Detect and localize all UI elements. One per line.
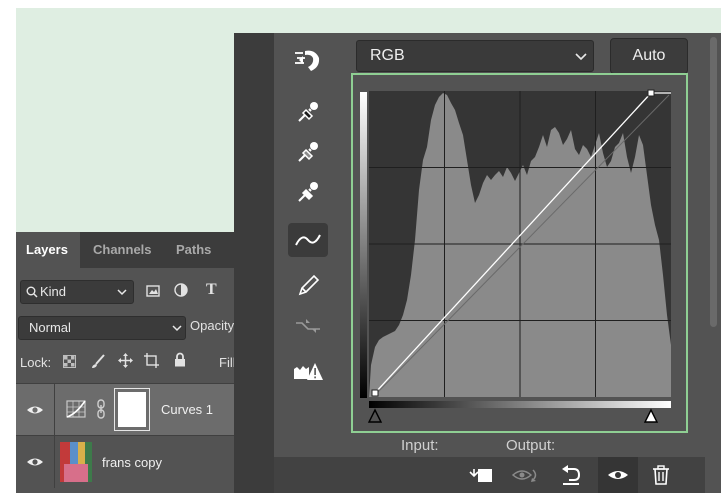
blend-mode-value: Normal xyxy=(29,320,71,335)
channel-select[interactable]: RGB xyxy=(356,40,594,72)
white-point-eyedropper-icon[interactable] xyxy=(288,175,328,209)
properties-scrollbar[interactable] xyxy=(705,33,721,493)
auto-button[interactable]: Auto xyxy=(610,38,688,74)
properties-bottom-bar xyxy=(274,457,705,493)
row-divider xyxy=(54,436,55,488)
lock-all-icon[interactable] xyxy=(174,352,186,370)
filter-kind-select[interactable]: Kind xyxy=(20,280,134,304)
row-divider xyxy=(54,384,55,436)
lock-pixels-brush-icon[interactable] xyxy=(91,354,105,372)
tab-layers[interactable]: Layers xyxy=(16,232,80,268)
chevron-down-icon xyxy=(172,317,182,339)
white-point-handle xyxy=(647,89,655,97)
output-gradient-bar xyxy=(360,92,367,398)
reset-icon[interactable] xyxy=(554,457,588,493)
black-input-slider xyxy=(367,408,383,423)
trash-icon[interactable] xyxy=(644,457,678,493)
layers-tab-bar: Layers Channels Paths xyxy=(16,232,234,268)
clipping-warning-icon[interactable] xyxy=(288,355,328,389)
layer-name[interactable]: Curves 1 xyxy=(161,402,213,417)
curves-graph[interactable] xyxy=(351,73,688,433)
black-point-eyedropper-icon[interactable] xyxy=(288,95,328,129)
output-label: Output: xyxy=(506,437,556,454)
input-gradient-bar xyxy=(369,401,671,408)
visibility-eye-icon[interactable] xyxy=(598,457,638,493)
layers-panel: Layers Channels Paths Kind T Normal Opac… xyxy=(16,232,236,493)
collapsed-panel-strip xyxy=(234,33,274,493)
layer-mask-thumbnail xyxy=(118,392,146,427)
mask-link-icon[interactable] xyxy=(96,399,106,424)
chevron-down-icon xyxy=(117,281,127,303)
blend-mode-select[interactable]: Normal xyxy=(18,316,186,340)
smooth-icon[interactable] xyxy=(288,309,328,343)
curve-point-icon[interactable] xyxy=(288,223,328,257)
gray-point-eyedropper-icon[interactable] xyxy=(288,135,328,169)
search-icon xyxy=(26,281,38,305)
chevron-down-icon xyxy=(575,41,587,72)
scrollbar-thumb[interactable] xyxy=(710,37,717,327)
properties-panel: RGB Auto Input: Output: xyxy=(234,33,721,493)
clip-to-layer-icon[interactable] xyxy=(464,457,498,493)
layer-image-thumbnail xyxy=(60,442,92,482)
lock-label: Lock: xyxy=(20,355,52,370)
opacity-label: Opacity xyxy=(190,318,235,333)
layer-name[interactable]: frans copy xyxy=(102,455,162,470)
black-point-handle xyxy=(371,389,379,397)
adjustment-layer-filter-icon[interactable] xyxy=(174,283,188,300)
view-previous-state-icon[interactable] xyxy=(508,457,544,493)
layer-row-frans-copy[interactable]: frans copy xyxy=(16,435,234,488)
tab-channels[interactable]: Channels xyxy=(93,232,152,268)
channel-value: RGB xyxy=(370,47,405,64)
layer-row-curves-1[interactable]: Curves 1 xyxy=(16,383,234,436)
lock-position-move-icon[interactable] xyxy=(118,353,133,371)
eye-icon[interactable] xyxy=(26,453,44,471)
tab-paths[interactable]: Paths xyxy=(176,232,211,268)
curves-adjustment-icon xyxy=(66,400,86,423)
type-layer-filter-icon[interactable]: T xyxy=(206,281,217,299)
pencil-icon[interactable] xyxy=(288,269,328,303)
lock-artboard-icon[interactable] xyxy=(144,353,159,371)
input-label: Input: xyxy=(401,437,439,454)
lock-transparency-icon[interactable] xyxy=(63,355,76,371)
pixel-layer-filter-icon[interactable] xyxy=(146,284,160,300)
on-image-adjust-icon[interactable] xyxy=(288,43,328,77)
filter-kind-value: Kind xyxy=(40,284,67,299)
white-input-slider xyxy=(643,408,659,423)
eye-icon[interactable] xyxy=(26,401,44,419)
layer-mask-thumbnail-frame[interactable] xyxy=(114,388,150,431)
